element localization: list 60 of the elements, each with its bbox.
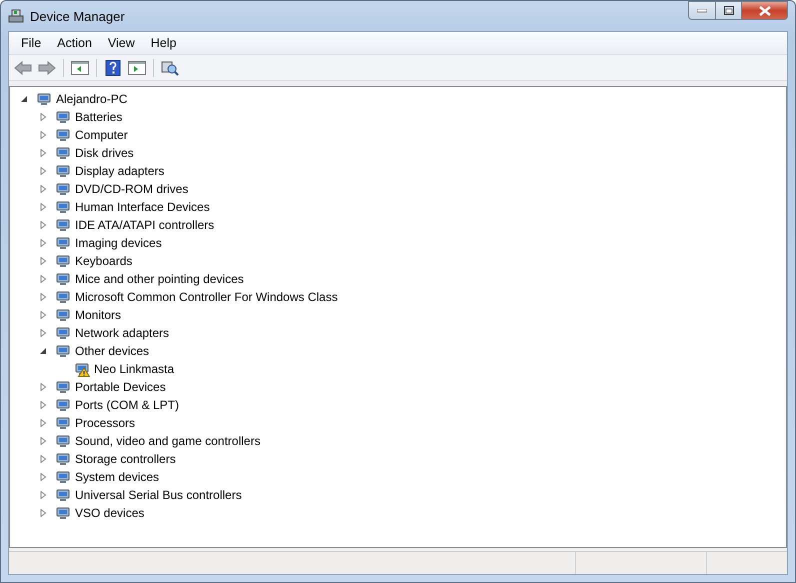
tree-item[interactable]: Processors <box>75 416 136 430</box>
tree-item[interactable]: Neo Linkmasta <box>94 362 174 376</box>
device-icon <box>55 505 71 521</box>
maximize-button[interactable] <box>715 1 742 20</box>
device-icon <box>55 181 71 197</box>
device-icon <box>55 199 71 215</box>
tree-item[interactable]: Human Interface Devices <box>75 200 210 214</box>
tree-item[interactable]: Monitors <box>75 308 122 322</box>
tree-item[interactable]: Microsoft Common Controller For Windows Class <box>75 290 338 304</box>
device-icon <box>55 397 71 413</box>
tree-item[interactable]: Batteries <box>75 110 122 124</box>
device-icon <box>55 145 71 161</box>
tree-item[interactable]: Alejandro-PC <box>56 92 128 106</box>
device-icon <box>55 253 71 269</box>
tree-item[interactable]: Mice and other pointing devices <box>75 272 244 286</box>
device-icon <box>55 271 71 287</box>
device-icon <box>55 235 71 251</box>
device-icon <box>55 415 71 431</box>
maximize-icon <box>724 6 734 15</box>
menu-item[interactable]: Action <box>49 34 100 52</box>
device-icon <box>55 127 71 143</box>
help-icon[interactable] <box>103 58 123 78</box>
menu-item[interactable]: File <box>13 34 50 52</box>
tree-item[interactable]: DVD/CD-ROM drives <box>75 182 188 196</box>
device-icon <box>55 163 71 179</box>
device-icon <box>55 451 71 467</box>
tree-item[interactable]: Network adapters <box>75 326 170 340</box>
device-icon <box>36 91 52 107</box>
close-icon <box>758 6 770 16</box>
device-icon <box>55 325 71 341</box>
tree-item[interactable]: Universal Serial Bus controllers <box>75 488 242 502</box>
tree-item[interactable]: Sound, video and game controllers <box>75 434 260 448</box>
close-button[interactable] <box>742 1 788 20</box>
minimize-button[interactable] <box>688 1 715 20</box>
tree-item[interactable]: IDE ATA/ATAPI controllers <box>75 218 214 232</box>
device-icon <box>55 289 71 305</box>
tree-item[interactable]: Display adapters <box>75 164 164 178</box>
tree-item[interactable]: Computer <box>75 128 128 142</box>
device-icon <box>55 433 71 449</box>
tree-item[interactable]: Disk drives <box>75 146 134 160</box>
computer-icon <box>8 8 24 24</box>
tree-item[interactable]: System devices <box>75 470 160 484</box>
minimize-icon <box>697 8 707 12</box>
tree-item[interactable]: Ports (COM & LPT) <box>75 398 180 412</box>
tree-item[interactable]: VSO devices <box>75 506 144 520</box>
menu-item[interactable]: Help <box>142 34 184 52</box>
tree-item[interactable]: Storage controllers <box>75 452 176 466</box>
device-icon <box>55 379 71 395</box>
tree-item[interactable]: Other devices <box>75 344 150 358</box>
device-icon <box>55 469 71 485</box>
device-icon <box>55 307 71 323</box>
device-icon <box>55 343 71 359</box>
window-title: Device Manager <box>30 8 125 24</box>
tree-item[interactable]: Keyboards <box>75 254 132 268</box>
device-icon <box>55 487 71 503</box>
tree-item[interactable]: Imaging devices <box>75 236 162 250</box>
device-icon <box>55 109 71 125</box>
device-icon <box>55 217 71 233</box>
menu-item[interactable]: View <box>100 34 143 52</box>
tree-item[interactable]: Portable Devices <box>75 380 166 394</box>
